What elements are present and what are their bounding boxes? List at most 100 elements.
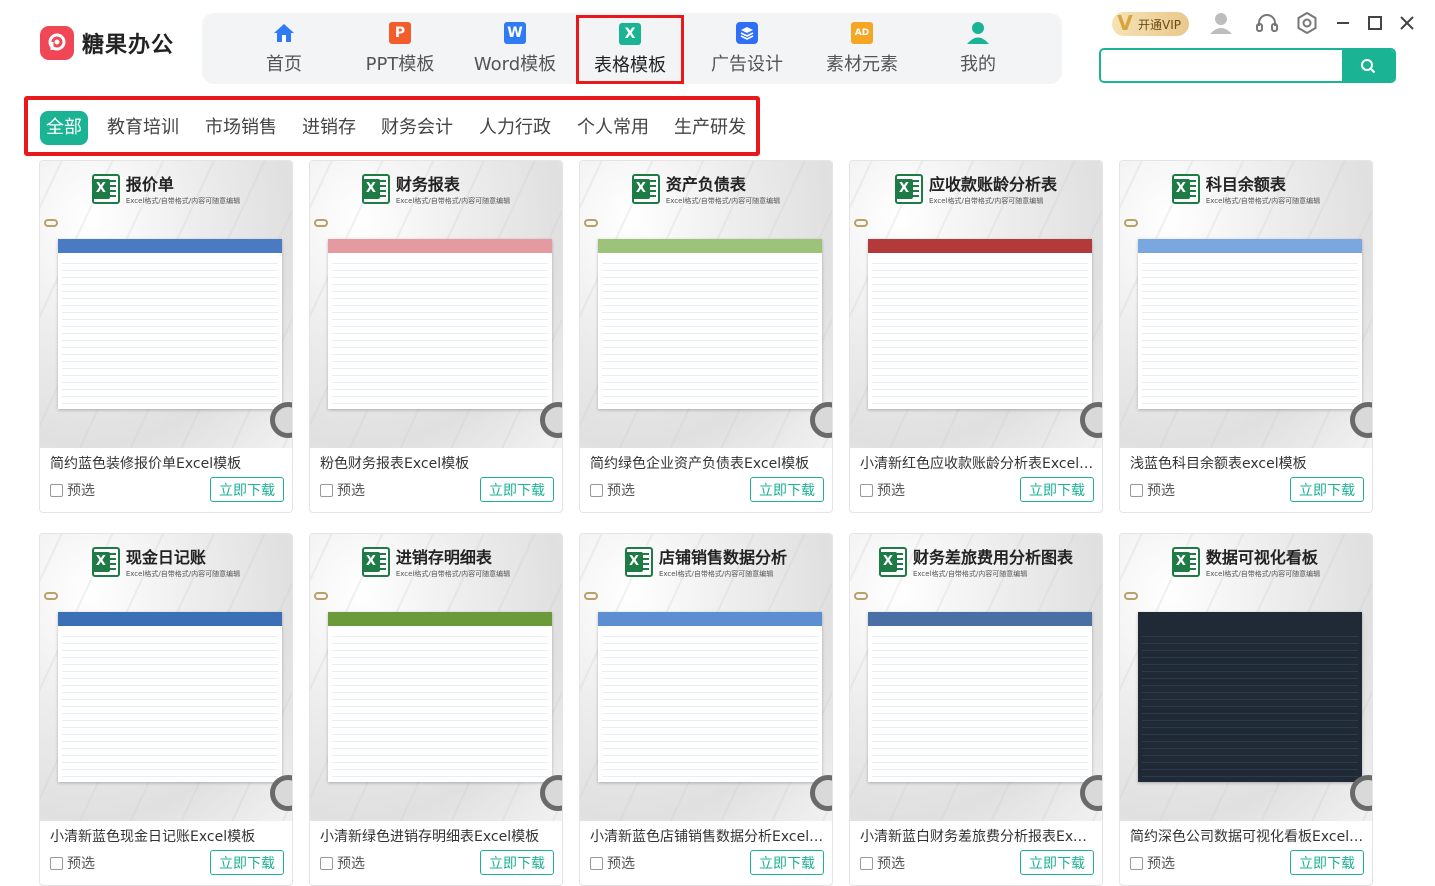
template-thumbnail[interactable]: 报价单 Excel格式/自带格式/内容可随意编辑 (40, 161, 292, 448)
template-card[interactable]: 应收款账龄分析表 Excel格式/自带格式/内容可随意编辑 小清新红色应收款账龄… (849, 160, 1103, 513)
nav-word[interactable]: W Word模板 (460, 13, 570, 84)
template-name[interactable]: 小清新蓝色现金日记账Excel模板 (50, 826, 284, 846)
template-name[interactable]: 小清新蓝色店铺销售数据分析Excel模板 (590, 826, 824, 846)
search-input[interactable] (1101, 50, 1342, 81)
nav-excel[interactable]: X 表格模板 (576, 15, 684, 84)
template-name[interactable]: 浅蓝色科目余额表excel模板 (1130, 453, 1364, 473)
preview-checkbox[interactable]: 预选 (1130, 853, 1175, 873)
nav-materials[interactable]: AD 素材元素 (807, 13, 917, 84)
sheet-header-band (58, 239, 282, 253)
template-card[interactable]: 财务报表 Excel格式/自带格式/内容可随意编辑 粉色财务报表Excel模板 … (309, 160, 563, 513)
template-thumbnail[interactable]: 资产负债表 Excel格式/自带格式/内容可随意编辑 (580, 161, 832, 448)
category-marketing[interactable]: 市场销售 (205, 111, 277, 145)
category-inventory[interactable]: 进销存 (302, 111, 356, 145)
category-personal[interactable]: 个人常用 (577, 111, 649, 145)
coffee-cup-icon (540, 775, 562, 811)
nav-ppt[interactable]: P PPT模板 (345, 13, 455, 84)
excel-icon: X (618, 22, 642, 46)
template-thumbnail[interactable]: 财务差旅费用分析图表 Excel格式/自带格式/内容可随意编辑 (850, 534, 1102, 821)
paper-clip-icon (584, 592, 598, 600)
checkbox-icon[interactable] (860, 483, 873, 497)
download-button[interactable]: 立即下载 (480, 850, 554, 875)
preview-checkbox[interactable]: 预选 (860, 480, 905, 500)
download-button[interactable]: 立即下载 (210, 477, 284, 502)
template-name[interactable]: 简约深色公司数据可视化看板Excel模板 (1130, 826, 1364, 846)
preview-checkbox[interactable]: 预选 (50, 480, 95, 500)
close-icon[interactable] (1394, 10, 1420, 36)
download-button[interactable]: 立即下载 (210, 850, 284, 875)
checkbox-icon[interactable] (320, 856, 333, 870)
spreadsheet-preview (328, 239, 552, 409)
paper-clip-icon (44, 592, 58, 600)
vip-button[interactable]: V 开通VIP (1112, 11, 1189, 36)
checkbox-icon[interactable] (860, 856, 873, 870)
template-name[interactable]: 小清新蓝白财务差旅费分析报表Excel模板 (860, 826, 1094, 846)
checkbox-icon[interactable] (590, 483, 603, 497)
template-card[interactable]: 科目余额表 Excel格式/自带格式/内容可随意编辑 浅蓝色科目余额表excel… (1119, 160, 1373, 513)
template-card[interactable]: 现金日记账 Excel格式/自带格式/内容可随意编辑 小清新蓝色现金日记账Exc… (39, 533, 293, 886)
template-thumbnail[interactable]: 数据可视化看板 Excel格式/自带格式/内容可随意编辑 (1120, 534, 1372, 821)
template-name[interactable]: 简约绿色企业资产负债表Excel模板 (590, 453, 824, 473)
excel-file-icon (361, 173, 390, 204)
spreadsheet-preview (1138, 612, 1362, 782)
sheet-grid (332, 630, 548, 778)
checkbox-icon[interactable] (50, 483, 63, 497)
checkbox-icon[interactable] (320, 483, 333, 497)
preview-checkbox[interactable]: 预选 (860, 853, 905, 873)
template-thumbnail[interactable]: 科目余额表 Excel格式/自带格式/内容可随意编辑 (1120, 161, 1372, 448)
main-nav: 首页 P PPT模板 W Word模板 X 表格模板 广告设计 AD 素材元素 … (202, 13, 1062, 84)
category-all[interactable]: 全部 (40, 111, 88, 145)
template-thumbnail[interactable]: 进销存明细表 Excel格式/自带格式/内容可随意编辑 (310, 534, 562, 821)
download-button[interactable]: 立即下载 (1290, 477, 1364, 502)
preview-label: 预选 (67, 856, 95, 872)
template-thumbnail[interactable]: 店铺销售数据分析 Excel格式/自带格式/内容可随意编辑 (580, 534, 832, 821)
coffee-cup-icon (540, 402, 562, 438)
download-button[interactable]: 立即下载 (750, 850, 824, 875)
nav-ad-design[interactable]: 广告设计 (692, 13, 802, 84)
download-button[interactable]: 立即下载 (1290, 850, 1364, 875)
preview-checkbox[interactable]: 预选 (320, 853, 365, 873)
preview-checkbox[interactable]: 预选 (1130, 480, 1175, 500)
checkbox-icon[interactable] (1130, 856, 1143, 870)
preview-checkbox[interactable]: 预选 (50, 853, 95, 873)
nav-mine[interactable]: 我的 (923, 13, 1033, 84)
template-thumbnail[interactable]: 现金日记账 Excel格式/自带格式/内容可随意编辑 (40, 534, 292, 821)
template-name[interactable]: 粉色财务报表Excel模板 (320, 453, 554, 473)
template-card[interactable]: 数据可视化看板 Excel格式/自带格式/内容可随意编辑 简约深色公司数据可视化… (1119, 533, 1373, 886)
settings-icon[interactable] (1294, 10, 1320, 36)
category-production[interactable]: 生产研发 (674, 111, 746, 145)
template-card[interactable]: 店铺销售数据分析 Excel格式/自带格式/内容可随意编辑 小清新蓝色店铺销售数… (579, 533, 833, 886)
app-logo[interactable]: 糖果办公 (40, 26, 174, 60)
template-card[interactable]: 资产负债表 Excel格式/自带格式/内容可随意编辑 简约绿色企业资产负债表Ex… (579, 160, 833, 513)
preview-checkbox[interactable]: 预选 (590, 480, 635, 500)
template-name[interactable]: 小清新绿色进销存明细表Excel模板 (320, 826, 554, 846)
nav-home[interactable]: 首页 (229, 13, 339, 84)
template-name[interactable]: 小清新红色应收款账龄分析表Excel模板 (860, 453, 1094, 473)
checkbox-icon[interactable] (1130, 483, 1143, 497)
template-thumbnail[interactable]: 财务报表 Excel格式/自带格式/内容可随意编辑 (310, 161, 562, 448)
download-button[interactable]: 立即下载 (1020, 477, 1094, 502)
template-card[interactable]: 报价单 Excel格式/自带格式/内容可随意编辑 简约蓝色装修报价单Excel模… (39, 160, 293, 513)
template-thumbnail[interactable]: 应收款账龄分析表 Excel格式/自带格式/内容可随意编辑 (850, 161, 1102, 448)
category-finance[interactable]: 财务会计 (381, 111, 453, 145)
search-button[interactable] (1342, 50, 1394, 81)
download-button[interactable]: 立即下载 (1020, 850, 1094, 875)
sheet-grid (1142, 630, 1358, 778)
checkbox-icon[interactable] (590, 856, 603, 870)
preview-checkbox[interactable]: 预选 (320, 480, 365, 500)
template-card[interactable]: 财务差旅费用分析图表 Excel格式/自带格式/内容可随意编辑 小清新蓝白财务差… (849, 533, 1103, 886)
download-button[interactable]: 立即下载 (750, 477, 824, 502)
category-education[interactable]: 教育培训 (107, 111, 179, 145)
download-button[interactable]: 立即下载 (480, 477, 554, 502)
checkbox-icon[interactable] (50, 856, 63, 870)
thumbnail-header: 应收款账龄分析表 Excel格式/自带格式/内容可随意编辑 (850, 171, 1102, 206)
minimize-icon[interactable] (1330, 10, 1356, 36)
spreadsheet-preview (868, 239, 1092, 409)
template-name[interactable]: 简约蓝色装修报价单Excel模板 (50, 453, 284, 473)
template-card[interactable]: 进销存明细表 Excel格式/自带格式/内容可随意编辑 小清新绿色进销存明细表E… (309, 533, 563, 886)
maximize-icon[interactable] (1362, 10, 1388, 36)
preview-checkbox[interactable]: 预选 (590, 853, 635, 873)
category-hr[interactable]: 人力行政 (479, 111, 551, 145)
headset-icon[interactable] (1254, 10, 1280, 36)
avatar-icon[interactable] (1208, 10, 1234, 36)
